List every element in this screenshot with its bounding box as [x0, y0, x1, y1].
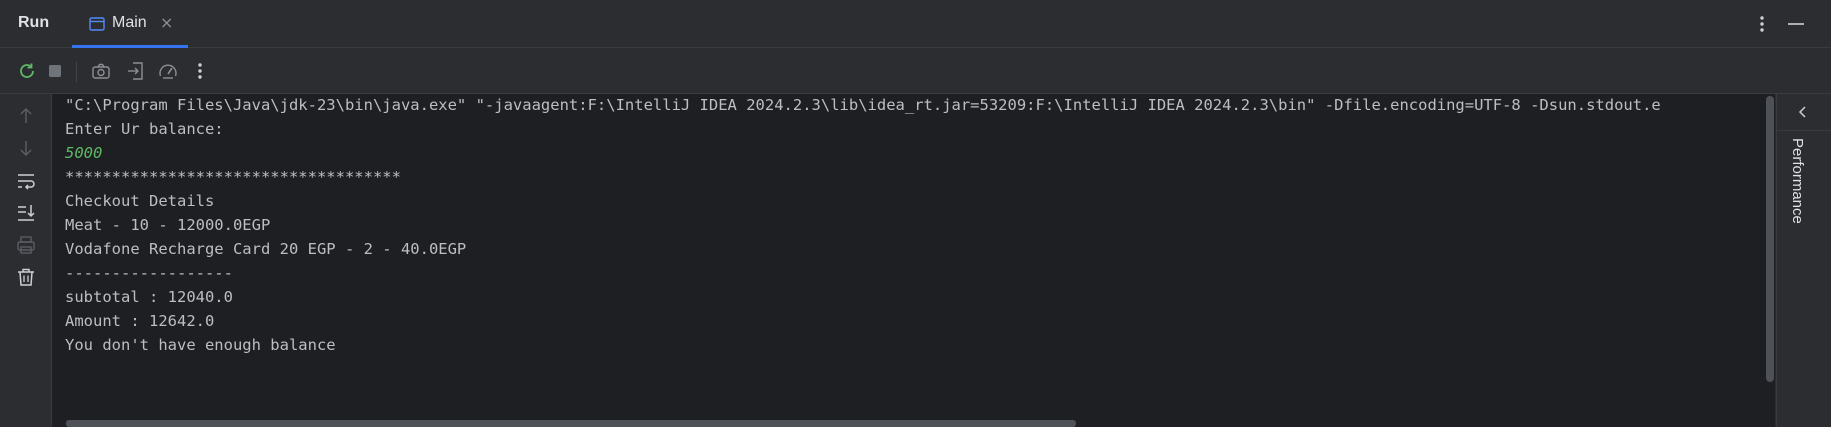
camera-icon[interactable] [90, 60, 112, 82]
run-tool-window: Run Main × "C:\Program Files\Java\jdk-23… [0, 0, 1831, 427]
trash-icon[interactable] [15, 266, 37, 288]
stop-icon[interactable] [44, 60, 66, 82]
console-line: ************************************ [65, 168, 401, 186]
close-icon[interactable]: × [160, 13, 173, 32]
divider [1777, 130, 1831, 131]
more-vertical-icon[interactable] [1752, 12, 1772, 36]
horizontal-scrollbar[interactable] [66, 420, 1076, 427]
console-line-command: "C:\Program Files\Java\jdk-23\bin\java.e… [65, 96, 1661, 114]
console-line: Amount : 12642.0 [65, 312, 215, 330]
more-vertical-icon[interactable] [189, 60, 211, 82]
tool-window-title: Run [18, 14, 50, 31]
rerun-icon[interactable] [16, 60, 38, 82]
arrow-up-icon[interactable] [15, 105, 37, 127]
console-line: Vodafone Recharge Card 20 EGP - 2 - 40.0… [65, 240, 467, 258]
chevron-left-icon[interactable] [1795, 104, 1811, 120]
console-line: ------------------ [65, 264, 233, 282]
console-line: Checkout Details [65, 192, 215, 210]
run-toolbar [0, 49, 1831, 94]
window-icon [89, 17, 105, 31]
soft-wrap-icon[interactable] [15, 170, 37, 192]
scroll-to-end-icon[interactable] [15, 202, 37, 224]
right-tool-strip: Performance [1776, 94, 1831, 427]
console-output[interactable]: "C:\Program Files\Java\jdk-23\bin\java.e… [52, 94, 1774, 427]
tool-window-header: Run Main × [0, 0, 1831, 48]
console-line: subtotal : 12040.0 [65, 288, 233, 306]
tab-label: Main [112, 14, 147, 31]
tab-active-indicator [72, 45, 188, 48]
console-line: Enter Ur balance: [65, 120, 224, 138]
vertical-scrollbar[interactable] [1766, 96, 1774, 382]
console-user-input: 5000 [65, 144, 103, 162]
console-side-toolbar [0, 94, 52, 427]
console-line: You don't have enough balance [65, 336, 336, 354]
performance-tab[interactable]: Performance [1789, 138, 1806, 224]
tab-main[interactable]: Main × [72, 0, 188, 48]
minimize-icon[interactable] [1785, 12, 1807, 36]
print-icon[interactable] [15, 234, 37, 256]
gauge-icon[interactable] [157, 60, 179, 82]
toolbar-separator [76, 62, 77, 82]
console-line: Meat - 10 - 12000.0EGP [65, 216, 271, 234]
exit-icon[interactable] [125, 60, 147, 82]
arrow-down-icon[interactable] [15, 137, 37, 159]
